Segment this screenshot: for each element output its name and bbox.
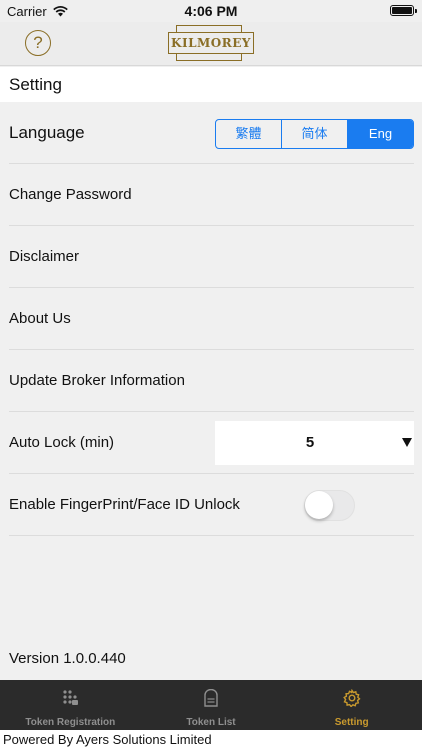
kilmorey-logo: KILMOREY [168, 25, 254, 61]
disclaimer-label: Disclaimer [9, 248, 80, 265]
language-option-simplified[interactable]: 简体 [282, 120, 348, 148]
auto-lock-row: Auto Lock (min) 5 [0, 412, 422, 474]
tab-label: Token List [186, 717, 236, 728]
version-label: Version 1.0.0.440 [9, 650, 126, 667]
help-button[interactable]: ? [25, 30, 51, 56]
disclaimer-row[interactable]: Disclaimer [0, 226, 422, 288]
clock: 4:06 PM [184, 3, 238, 19]
toggle-knob [305, 491, 333, 519]
update-broker-row[interactable]: Update Broker Information [0, 350, 422, 412]
biometric-label: Enable FingerPrint/Face ID Unlock [9, 496, 240, 513]
tab-token-list[interactable]: Token List [141, 680, 282, 730]
battery-icon [390, 5, 417, 16]
about-us-label: About Us [9, 310, 71, 327]
tab-setting[interactable]: Setting [281, 680, 422, 730]
page-title: Setting [0, 67, 422, 102]
update-broker-label: Update Broker Information [9, 372, 185, 389]
tab-label: Setting [334, 717, 369, 728]
auto-lock-select[interactable]: 5 [215, 421, 414, 465]
about-us-row[interactable]: About Us [0, 288, 422, 350]
logo-text: KILMOREY [171, 36, 251, 50]
biometric-row: Enable FingerPrint/Face ID Unlock [0, 474, 422, 536]
nav-header: ? KILMOREY [0, 22, 422, 66]
change-password-label: Change Password [9, 186, 132, 203]
token-icon [204, 689, 218, 707]
language-row: Language 繁體 简体 Eng [0, 102, 422, 164]
tab-label: Token Registration [25, 717, 116, 728]
tab-bar: Token Registration Token List Setting [0, 680, 422, 730]
powered-by-footer: Powered By Ayers Solutions Limited [0, 730, 422, 750]
language-label: Language [9, 123, 85, 142]
language-option-english[interactable]: Eng [348, 120, 413, 148]
language-option-traditional[interactable]: 繁體 [216, 120, 282, 148]
change-password-row[interactable]: Change Password [0, 164, 422, 226]
gear-icon [342, 689, 361, 707]
biometric-toggle[interactable] [304, 490, 355, 521]
status-bar: Carrier 4:06 PM [0, 0, 422, 22]
tab-token-registration[interactable]: Token Registration [0, 680, 141, 730]
keypad-icon [63, 690, 79, 705]
language-segmented-control: 繁體 简体 Eng [215, 119, 414, 149]
dropdown-arrow-icon [402, 438, 412, 447]
auto-lock-label: Auto Lock (min) [9, 434, 115, 451]
auto-lock-value: 5 [305, 434, 315, 451]
